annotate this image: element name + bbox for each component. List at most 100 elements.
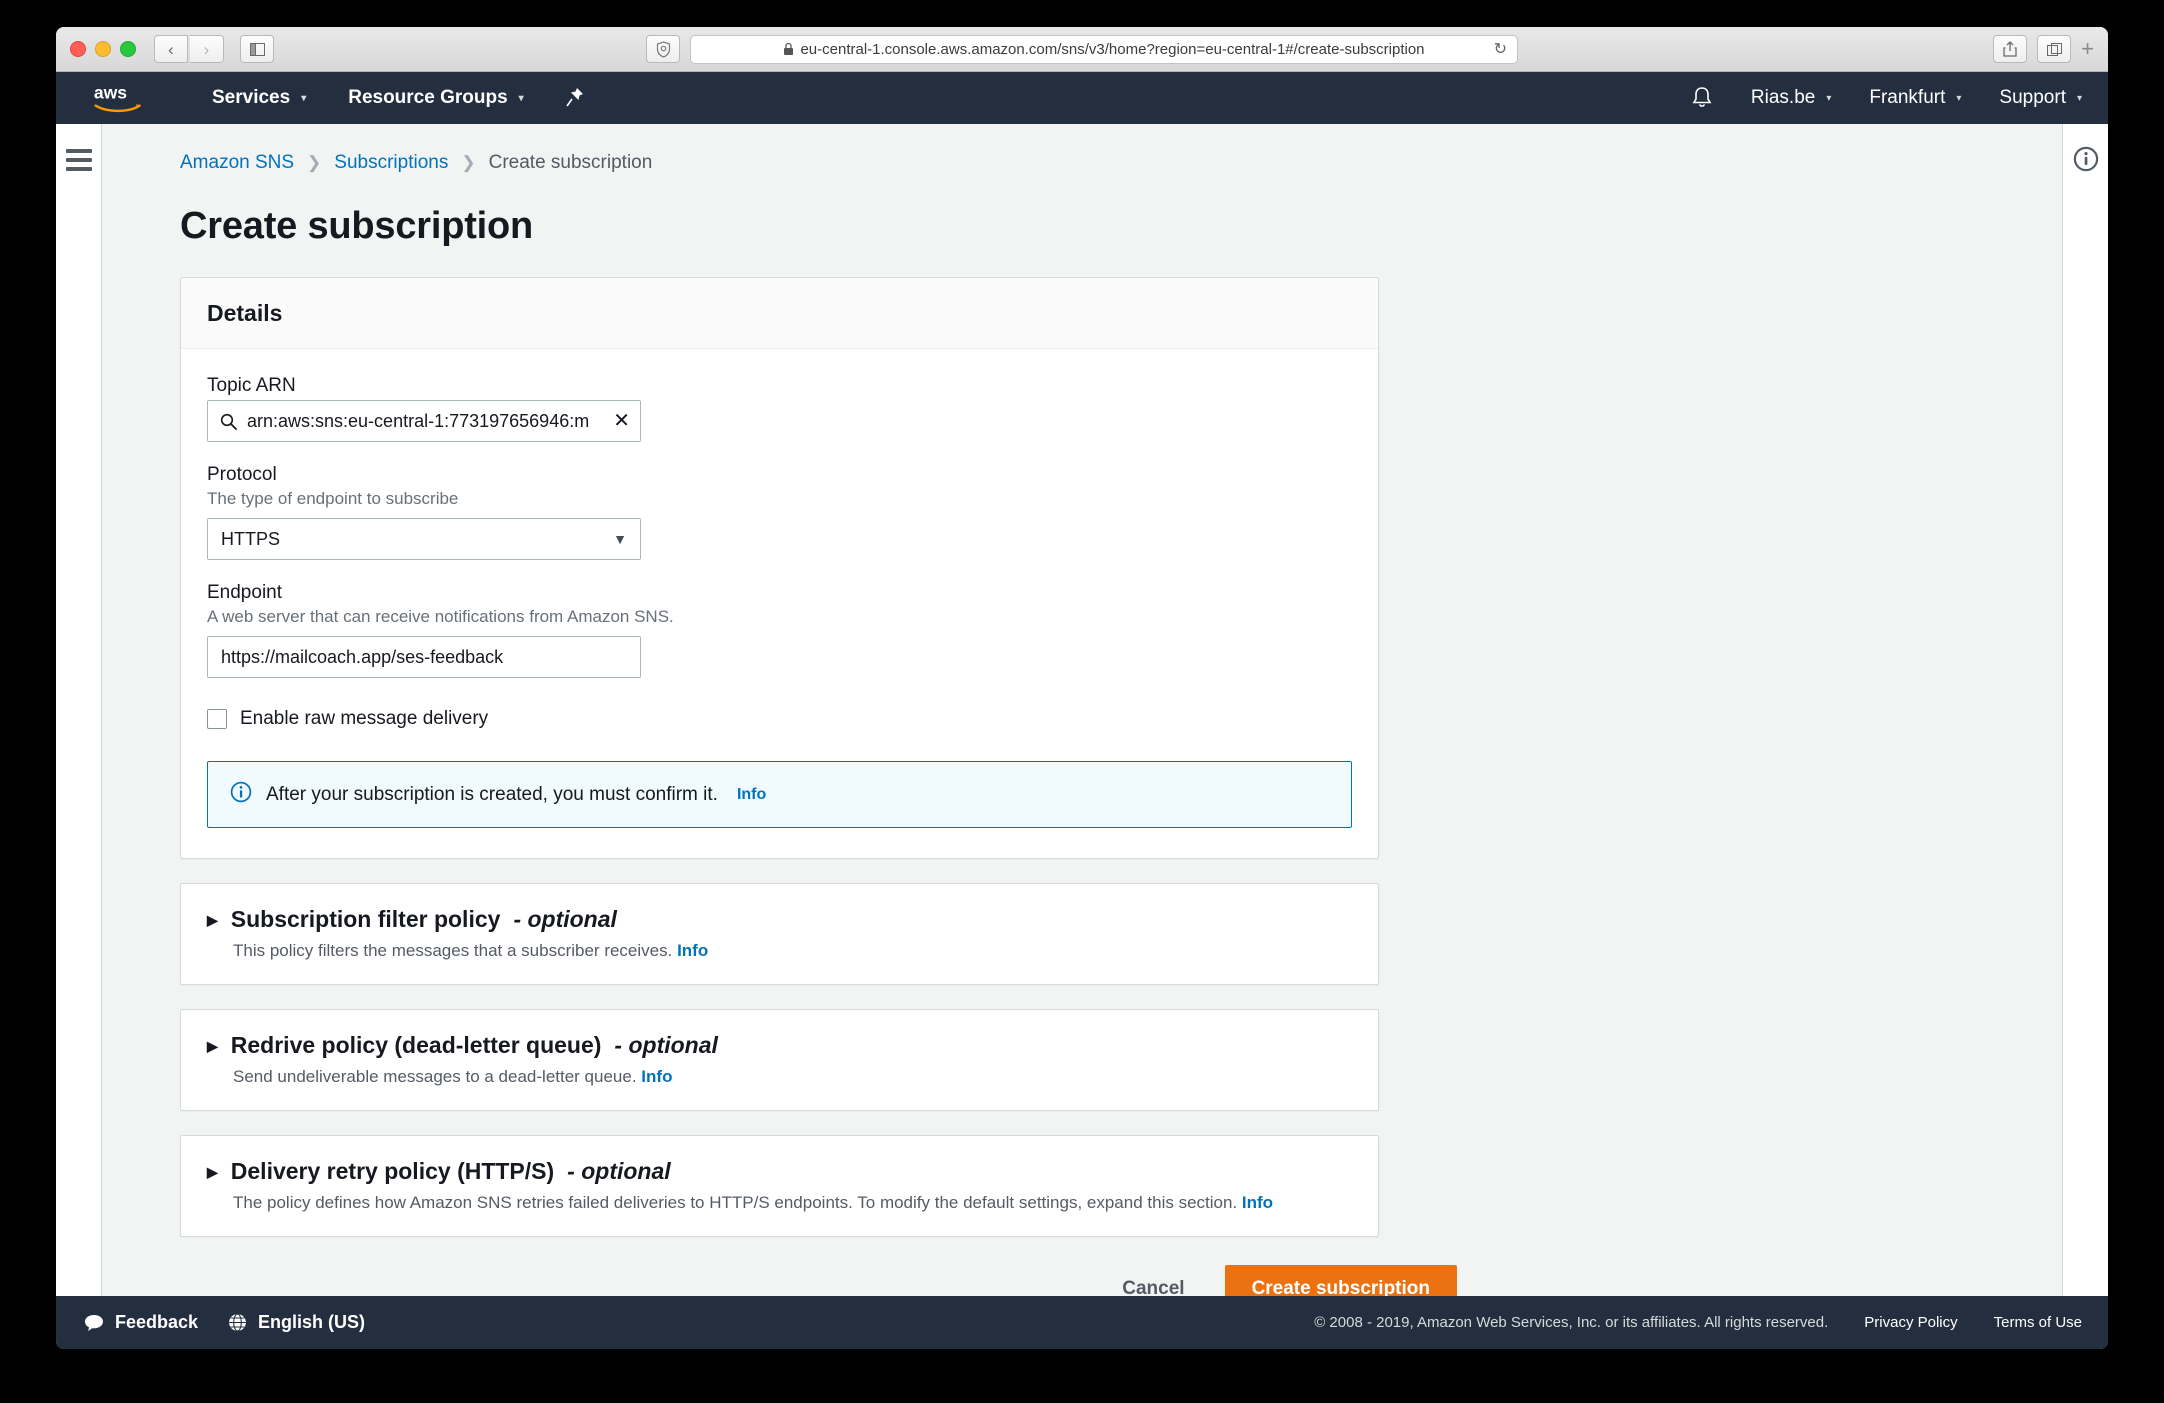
delivery-retry-policy-info-link[interactable]: Info [1242, 1193, 1273, 1212]
close-window-button[interactable] [70, 41, 86, 57]
reload-icon[interactable]: ↻ [1494, 39, 1507, 59]
forward-button[interactable]: › [190, 35, 224, 63]
hamburger-menu-icon[interactable] [65, 149, 92, 171]
nav-resource-groups[interactable]: Resource Groups ▾ [348, 87, 523, 109]
clear-icon[interactable]: ✕ [613, 411, 630, 431]
subscription-filter-policy-info-link[interactable]: Info [677, 941, 708, 960]
browser-titlebar: ‹ › eu-central-1.console.aws.amazon.com/… [56, 27, 2108, 72]
browser-window: ‹ › eu-central-1.console.aws.amazon.com/… [56, 27, 2108, 1349]
triangle-right-icon: ▶ [207, 911, 218, 928]
aws-top-navigation: aws Services ▾ Resource Groups ▾ Rias.be… [56, 72, 2108, 124]
nav-account-menu[interactable]: Rias.be ▾ [1751, 87, 1831, 109]
topic-arn-input-row: arn:aws:sns:eu-central-1:773197656946:m … [207, 400, 641, 442]
share-button[interactable] [1993, 35, 2028, 63]
nav-services[interactable]: Services ▾ [212, 87, 306, 109]
triangle-right-icon: ▶ [207, 1037, 218, 1054]
shield-icon [656, 40, 670, 58]
raw-message-delivery-checkbox[interactable] [207, 709, 227, 729]
nav-right-group: Rias.be ▾ Frankfurt ▾ Support ▾ [1653, 86, 2082, 110]
breadcrumb-separator-icon: ❯ [461, 153, 476, 172]
breadcrumb-item-subscriptions[interactable]: Subscriptions [334, 152, 448, 174]
footer-right-group: © 2008 - 2019, Amazon Web Services, Inc.… [1314, 1314, 2082, 1331]
address-bar[interactable]: eu-central-1.console.aws.amazon.com/sns/… [690, 34, 1518, 64]
pin-icon [566, 88, 583, 107]
confirmation-alert-info-link[interactable]: Info [737, 786, 766, 804]
topic-arn-value: arn:aws:sns:eu-central-1:773197656946:m [247, 410, 590, 431]
redrive-policy-section[interactable]: ▶ Redrive policy (dead-letter queue) - o… [181, 1010, 1378, 1110]
chevron-right-icon: › [203, 39, 210, 59]
delivery-retry-policy-section[interactable]: ▶ Delivery retry policy (HTTP/S) - optio… [181, 1136, 1378, 1236]
breadcrumb-item-current: Create subscription [488, 152, 653, 173]
breadcrumb: Amazon SNS ❯ Subscriptions ❯ Create subs… [102, 124, 2062, 174]
subscription-filter-policy-description: This policy filters the messages that a … [233, 941, 673, 960]
details-card-header: Details [181, 278, 1378, 349]
subscription-filter-policy-section[interactable]: ▶ Subscription filter policy - optional … [181, 884, 1378, 984]
protocol-label: Protocol [207, 464, 277, 485]
footer-privacy-policy-link[interactable]: Privacy Policy [1864, 1314, 1957, 1331]
endpoint-input[interactable]: https://mailcoach.app/ses-feedback [207, 636, 641, 678]
hamburger-bar [65, 158, 92, 162]
subscription-filter-policy-heading: Subscription filter policy [230, 906, 501, 932]
tabs-icon [2046, 42, 2062, 56]
minimize-window-button[interactable] [95, 41, 111, 57]
new-tab-overview-button[interactable] [2037, 35, 2072, 63]
url-text: eu-central-1.console.aws.amazon.com/sns/… [800, 40, 1425, 58]
nav-region-label: Frankfurt [1869, 87, 1946, 108]
nav-support-label: Support [1999, 87, 2066, 108]
reader-mode-button[interactable] [646, 35, 680, 63]
redrive-policy-desc-wrap: Send undeliverable messages to a dead-le… [233, 1067, 1352, 1087]
nav-support-menu[interactable]: Support ▾ [1999, 87, 2082, 109]
create-subscription-button[interactable]: Create subscription [1224, 1265, 1457, 1296]
footer-feedback-button[interactable]: Feedback [84, 1312, 198, 1333]
url-bar-area: eu-central-1.console.aws.amazon.com/sns/… [646, 34, 1518, 64]
topic-arn-label: Topic ARN [207, 375, 296, 396]
help-info-icon[interactable] [2073, 146, 2099, 177]
search-icon [220, 413, 237, 430]
nav-services-label: Services [212, 87, 291, 108]
delivery-retry-policy-description: The policy defines how Amazon SNS retrie… [233, 1193, 1238, 1212]
endpoint-value: https://mailcoach.app/ses-feedback [221, 646, 504, 667]
confirmation-alert-text: After your subscription is created, you … [266, 783, 718, 805]
protocol-description: The type of endpoint to subscribe [207, 489, 459, 508]
breadcrumb-item-amazon-sns[interactable]: Amazon SNS [180, 152, 294, 174]
nav-notifications-button[interactable] [1691, 86, 1713, 110]
endpoint-label: Endpoint [207, 582, 283, 603]
raw-message-delivery-row[interactable]: Enable raw message delivery [207, 708, 1352, 730]
hamburger-bar [65, 167, 92, 171]
new-tab-button[interactable]: + [2081, 38, 2094, 60]
nav-pin-shortcut-button[interactable] [566, 87, 584, 109]
redrive-policy-info-link[interactable]: Info [641, 1067, 672, 1086]
footer-copyright: © 2008 - 2019, Amazon Web Services, Inc.… [1314, 1314, 1829, 1331]
bell-icon [1692, 87, 1712, 107]
nav-resource-groups-label: Resource Groups [348, 87, 508, 108]
traffic-lights [70, 41, 136, 57]
footer-language-button[interactable]: English (US) [228, 1312, 365, 1333]
cancel-button[interactable]: Cancel [1108, 1268, 1198, 1296]
delivery-retry-policy-title[interactable]: ▶ Delivery retry policy (HTTP/S) - optio… [207, 1158, 1352, 1185]
subscription-filter-policy-title[interactable]: ▶ Subscription filter policy - optional [207, 906, 1352, 933]
confirmation-alert: After your subscription is created, you … [207, 761, 1352, 828]
chevron-down-icon: ▼ [613, 531, 627, 547]
redrive-policy-title[interactable]: ▶ Redrive policy (dead-letter queue) - o… [207, 1032, 1352, 1059]
maximize-window-button[interactable] [120, 41, 136, 57]
svg-text:aws: aws [94, 83, 127, 103]
nav-region-menu[interactable]: Frankfurt ▾ [1869, 87, 1961, 109]
details-card-body: Topic ARN arn:aws:sns:eu-central-1:77319… [181, 349, 1378, 858]
console-body: Amazon SNS ❯ Subscriptions ❯ Create subs… [56, 124, 2108, 1296]
chevron-down-icon: ▾ [518, 92, 524, 104]
footer-language-label: English (US) [258, 1312, 366, 1332]
footer-terms-of-use-link[interactable]: Terms of Use [1994, 1314, 2082, 1331]
back-button[interactable]: ‹ [154, 35, 188, 63]
topic-arn-input[interactable]: arn:aws:sns:eu-central-1:773197656946:m … [207, 400, 641, 442]
protocol-field: Protocol The type of endpoint to subscri… [207, 464, 1352, 560]
chevron-down-icon: ▾ [1956, 92, 1962, 104]
delivery-retry-policy-heading: Delivery retry policy (HTTP/S) [230, 1158, 555, 1184]
right-help-rail [2062, 124, 2108, 1296]
sidebar-toggle-button[interactable] [240, 35, 274, 63]
lock-icon [784, 42, 794, 55]
footer-feedback-label: Feedback [115, 1312, 199, 1332]
topic-arn-field: Topic ARN arn:aws:sns:eu-central-1:77319… [207, 375, 1352, 442]
aws-logo[interactable]: aws [92, 81, 152, 115]
details-heading: Details [207, 300, 283, 326]
protocol-select[interactable]: HTTPS ▼ [207, 518, 641, 560]
